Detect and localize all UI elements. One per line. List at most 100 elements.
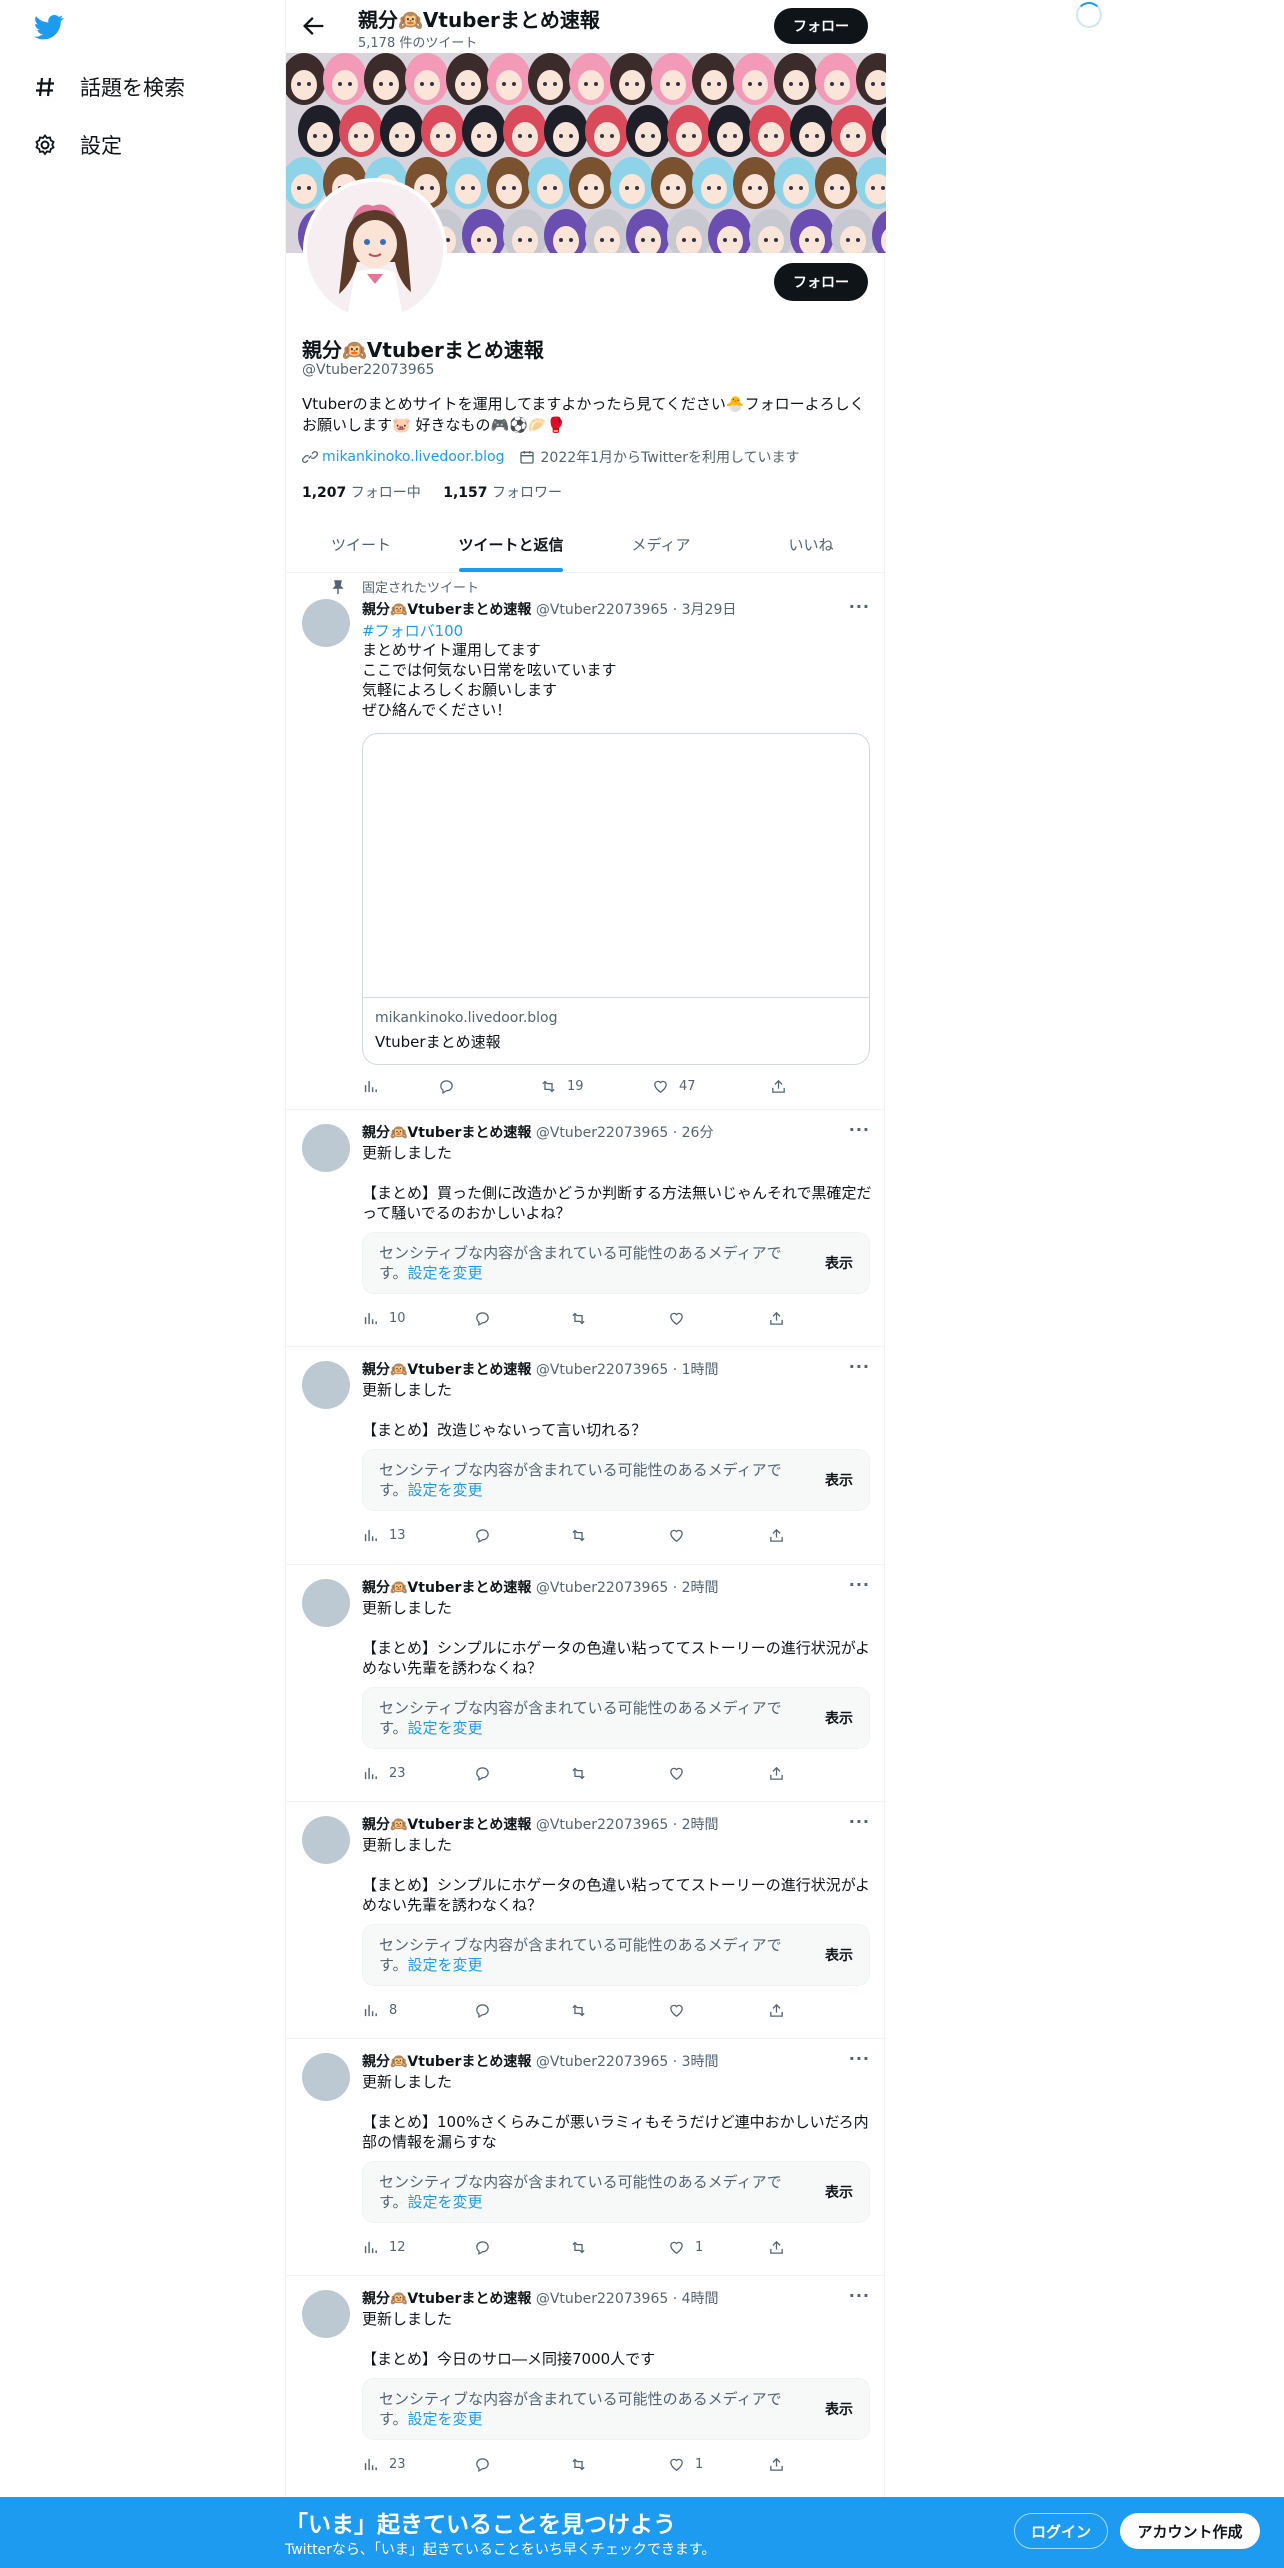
show-media-button[interactable]: 表示: [825, 1945, 853, 1965]
tweet[interactable]: 親分🙉Vtuberまとめ速報 @Vtuber22073965 · 1時間 ···…: [286, 1347, 886, 1565]
link-card[interactable]: mikankinoko.livedoor.blog Vtuberまとめ速報: [362, 733, 870, 1065]
tab-media[interactable]: メディア: [586, 516, 736, 572]
tweet-time[interactable]: 1時間: [682, 1362, 719, 1378]
change-settings-link[interactable]: 設定を変更: [408, 2193, 483, 2211]
tweet-time[interactable]: 2時間: [682, 1580, 719, 1596]
tweet[interactable]: 親分🙉Vtuberまとめ速報 @Vtuber22073965 · 26分 ···…: [286, 1110, 886, 1347]
views-button[interactable]: 8: [362, 2002, 397, 2019]
retweet-button[interactable]: [570, 2239, 597, 2256]
reply-button[interactable]: [474, 2239, 501, 2256]
tweet-time[interactable]: 3時間: [682, 2054, 719, 2070]
tweet-pinned[interactable]: 固定されたツイート 親分🙉Vtuberまとめ速報 @Vtuber22073965…: [286, 573, 886, 1110]
views-button[interactable]: 23: [362, 2456, 406, 2473]
tweet-avatar[interactable]: [302, 2053, 350, 2101]
retweet-button[interactable]: [570, 2002, 597, 2019]
retweet-button[interactable]: [570, 1765, 597, 1782]
tweet-avatar[interactable]: [302, 1361, 350, 1409]
change-settings-link[interactable]: 設定を変更: [408, 2410, 483, 2428]
like-button[interactable]: 1: [668, 2456, 703, 2473]
login-button[interactable]: ログイン: [1014, 2513, 1108, 2549]
like-button[interactable]: [668, 2002, 695, 2019]
change-settings-link[interactable]: 設定を変更: [408, 1264, 483, 1282]
tweet-time[interactable]: 4時間: [682, 2291, 719, 2307]
reply-button[interactable]: [474, 1310, 501, 1327]
change-settings-link[interactable]: 設定を変更: [408, 1481, 483, 1499]
tweet-author[interactable]: 親分🙉Vtuberまとめ速報: [362, 1580, 531, 1596]
reply-button[interactable]: [474, 1765, 501, 1782]
views-button[interactable]: 13: [362, 1527, 406, 1544]
nav-settings[interactable]: 設定: [32, 130, 122, 160]
like-button[interactable]: [668, 1765, 695, 1782]
nav-explore[interactable]: 話題を検索: [32, 72, 185, 102]
tweet-author[interactable]: 親分🙉Vtuberまとめ速報: [362, 1362, 531, 1378]
reply-button[interactable]: [474, 2002, 501, 2019]
retweet-button[interactable]: [570, 1527, 597, 1544]
show-media-button[interactable]: 表示: [825, 1708, 853, 1728]
more-icon[interactable]: ···: [849, 1812, 870, 1831]
show-media-button[interactable]: 表示: [825, 1470, 853, 1490]
profile-follow-button[interactable]: フォロー: [774, 263, 868, 301]
tweet-author[interactable]: 親分🙉Vtuberまとめ速報: [362, 2291, 531, 2307]
views-button[interactable]: 12: [362, 2239, 406, 2256]
more-icon[interactable]: ···: [849, 1357, 870, 1376]
profile-avatar[interactable]: [303, 178, 447, 322]
change-settings-link[interactable]: 設定を変更: [408, 1956, 483, 1974]
tweet-avatar[interactable]: [302, 1816, 350, 1864]
tab-tweets-replies[interactable]: ツイートと返信: [436, 516, 586, 572]
tweet-author[interactable]: 親分🙉Vtuberまとめ速報: [362, 1125, 531, 1141]
tweet-avatar[interactable]: [302, 599, 350, 647]
show-media-button[interactable]: 表示: [825, 2182, 853, 2202]
more-icon[interactable]: ···: [849, 1120, 870, 1139]
show-media-button[interactable]: 表示: [825, 2399, 853, 2419]
share-button[interactable]: [768, 1765, 795, 1782]
back-arrow-icon[interactable]: [300, 12, 328, 40]
more-icon[interactable]: ···: [849, 2049, 870, 2068]
more-icon[interactable]: ···: [849, 1575, 870, 1594]
share-button[interactable]: [768, 1310, 795, 1327]
retweet-button[interactable]: 19: [540, 1078, 584, 1095]
following-link[interactable]: 1,207 フォロー中: [302, 485, 421, 501]
tweet-avatar[interactable]: [302, 1579, 350, 1627]
tab-tweets[interactable]: ツイート: [286, 516, 436, 572]
tweet[interactable]: 親分🙉Vtuberまとめ速報 @Vtuber22073965 · 3時間 ···…: [286, 2039, 886, 2276]
like-button[interactable]: 1: [668, 2239, 703, 2256]
like-button[interactable]: 47: [652, 1078, 696, 1095]
tweet-author[interactable]: 親分🙉Vtuberまとめ速報: [362, 2054, 531, 2070]
reply-button[interactable]: [474, 2456, 501, 2473]
share-button[interactable]: [768, 2002, 795, 2019]
views-button[interactable]: 10: [362, 1310, 406, 1327]
tweet-time[interactable]: 3月29日: [682, 602, 737, 618]
twitter-logo-icon[interactable]: [32, 12, 66, 42]
share-button[interactable]: [768, 2456, 795, 2473]
more-icon[interactable]: ···: [849, 597, 870, 616]
tab-likes[interactable]: いいね: [736, 516, 886, 572]
share-button[interactable]: [770, 1078, 797, 1095]
views-button[interactable]: [362, 1078, 389, 1095]
retweet-button[interactable]: [570, 1310, 597, 1327]
reply-button[interactable]: [474, 1527, 501, 1544]
views-button[interactable]: 23: [362, 1765, 406, 1782]
share-button[interactable]: [768, 2239, 795, 2256]
tweet[interactable]: 親分🙉Vtuberまとめ速報 @Vtuber22073965 · 2時間 ···…: [286, 1565, 886, 1802]
tweet[interactable]: 親分🙉Vtuberまとめ速報 @Vtuber22073965 · 4時間 ···…: [286, 2276, 886, 2500]
tweet-time[interactable]: 2時間: [682, 1817, 719, 1833]
tweet-avatar[interactable]: [302, 2290, 350, 2338]
profile-link[interactable]: mikankinoko.livedoor.blog: [322, 449, 505, 465]
header-follow-button[interactable]: フォロー: [774, 8, 868, 44]
like-button[interactable]: [668, 1527, 695, 1544]
change-settings-link[interactable]: 設定を変更: [408, 1719, 483, 1737]
share-button[interactable]: [768, 1527, 795, 1544]
tweet-author[interactable]: 親分🙉Vtuberまとめ速報: [362, 602, 531, 618]
reply-button[interactable]: [438, 1078, 465, 1095]
tweet-hashtag[interactable]: #フォロバ100: [362, 620, 463, 641]
show-media-button[interactable]: 表示: [825, 1253, 853, 1273]
signup-button[interactable]: アカウント作成: [1120, 2513, 1260, 2549]
tweet-avatar[interactable]: [302, 1124, 350, 1172]
like-button[interactable]: [668, 1310, 695, 1327]
followers-link[interactable]: 1,157 フォロワー: [443, 485, 562, 501]
tweet-time[interactable]: 26分: [682, 1125, 714, 1141]
tweet[interactable]: 親分🙉Vtuberまとめ速報 @Vtuber22073965 · 2時間 ···…: [286, 1802, 886, 2039]
tweet-author[interactable]: 親分🙉Vtuberまとめ速報: [362, 1817, 531, 1833]
more-icon[interactable]: ···: [849, 2286, 870, 2305]
retweet-button[interactable]: [570, 2456, 597, 2473]
